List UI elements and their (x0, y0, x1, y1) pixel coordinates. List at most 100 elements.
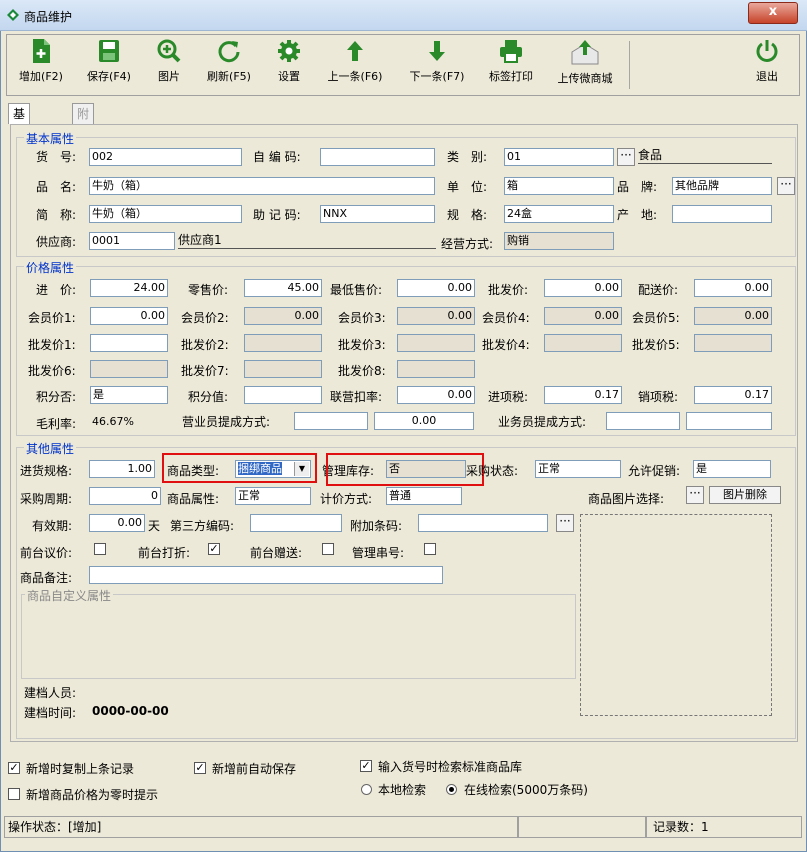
serial-mgmt-checkbox[interactable] (424, 543, 436, 555)
category-name: 食品 (638, 147, 772, 164)
category-lookup-button[interactable]: ··· (617, 148, 635, 166)
created-time-value: 0000-00-00 (92, 704, 169, 718)
wholesale-3-label: 批发价3: (338, 338, 386, 352)
brand-lookup-button[interactable]: ··· (777, 177, 795, 195)
origin-input[interactable] (672, 205, 772, 223)
third-party-code-input[interactable] (250, 514, 342, 532)
front-discount-checkbox[interactable]: ✓ (208, 543, 220, 555)
output-tax-input[interactable]: 0.17 (694, 386, 772, 404)
extra-barcode-input[interactable] (418, 514, 548, 532)
category-input[interactable]: 01 (504, 148, 614, 166)
window-title: 商品维护 (24, 10, 73, 24)
price-zero-checkbox[interactable] (8, 788, 20, 800)
copy-last-checkbox[interactable]: ✓ (8, 762, 20, 774)
image-button[interactable]: 图片 (151, 38, 187, 84)
short-name-label: 简 称: (36, 208, 77, 222)
purchase-cycle-input[interactable]: 0 (89, 487, 161, 505)
brand-input[interactable]: 其他品牌 (672, 177, 772, 195)
product-attr-input[interactable]: 正常 (235, 487, 311, 505)
wholesale-6-input[interactable] (90, 360, 168, 378)
close-button[interactable]: x (748, 2, 798, 24)
short-name-input[interactable]: 牛奶（箱） (89, 205, 242, 223)
add-button[interactable]: 增加(F2) (13, 38, 69, 84)
status-operation: 操作状态：[增加] (4, 816, 518, 838)
save-button[interactable]: 保存(F4) (79, 38, 139, 84)
wholesale-5-label: 批发价5: (632, 338, 680, 352)
self-code-input[interactable] (320, 148, 435, 166)
purchase-state-input[interactable]: 正常 (535, 460, 621, 478)
wholesale-4-label: 批发价4: (482, 338, 530, 352)
wholesale-price-input[interactable]: 0.00 (544, 279, 622, 297)
member-price-1-input[interactable]: 0.00 (90, 307, 168, 325)
refresh-button[interactable]: 刷新(F5) (199, 38, 259, 84)
member-price-5-input[interactable]: 0.00 (694, 307, 772, 325)
pack-spec-input[interactable]: 1.00 (89, 460, 155, 478)
clerk-commission-label: 营业员提成方式: (182, 415, 271, 429)
wholesale-1-input[interactable] (90, 334, 168, 352)
expiry-input[interactable]: 0.00 (89, 514, 145, 532)
promo-allowed-input[interactable]: 是 (693, 460, 771, 478)
joint-rate-input[interactable]: 0.00 (397, 386, 475, 404)
printer-icon (500, 40, 522, 63)
tab-basic[interactable]: 基础信息 (8, 103, 31, 181)
sales-commission-mode-input[interactable] (606, 412, 680, 430)
settings-button[interactable]: 设置 (271, 38, 307, 84)
image-delete-button[interactable]: 图片删除 (709, 486, 781, 504)
copy-last-label: 新增时复制上条记录 (26, 762, 135, 776)
wholesale-7-label: 批发价7: (181, 364, 229, 378)
dist-price-input[interactable]: 0.00 (694, 279, 772, 297)
member-price-4-input[interactable]: 0.00 (544, 307, 622, 325)
extra-barcode-lookup-button[interactable]: ··· (556, 514, 574, 532)
status-record-count: 记录数：1 (646, 816, 802, 838)
print-label-button[interactable]: 标签打印 (481, 38, 541, 84)
prev-record-button[interactable]: 上一条(F6) (319, 38, 391, 84)
days-unit: 天 (148, 519, 161, 533)
points-flag-input[interactable]: 是 (90, 386, 168, 404)
clerk-commission-value-input[interactable]: 0.00 (374, 412, 474, 430)
min-price-input[interactable]: 0.00 (397, 279, 475, 297)
spec-input[interactable]: 24盒 (504, 205, 614, 223)
mnemonic-input[interactable]: NNX (320, 205, 435, 223)
member-price-3-input[interactable]: 0.00 (397, 307, 475, 325)
auto-save-label: 新增前自动保存 (212, 762, 297, 776)
front-negotiate-checkbox[interactable] (94, 543, 106, 555)
wholesale-8-input[interactable] (397, 360, 475, 378)
exit-button[interactable]: 退出 (747, 38, 787, 84)
front-gift-checkbox[interactable] (322, 543, 334, 555)
name-input[interactable]: 牛奶（箱） (89, 177, 435, 195)
clerk-commission-mode-input[interactable] (294, 412, 368, 430)
wholesale-2-input[interactable] (244, 334, 322, 352)
supplier-name: 供应商1 (178, 232, 436, 249)
app-icon (7, 9, 19, 21)
remark-input[interactable] (89, 566, 443, 584)
search-std-checkbox[interactable]: ✓ (360, 760, 372, 772)
arrow-up-icon (347, 41, 363, 61)
purchase-price-input[interactable]: 24.00 (90, 279, 168, 297)
wholesale-5-input[interactable] (694, 334, 772, 352)
local-search-radio[interactable] (361, 784, 372, 795)
output-tax-label: 销项税: (638, 390, 679, 404)
online-search-radio[interactable] (446, 784, 457, 795)
pricing-mode-input[interactable]: 普通 (386, 487, 462, 505)
created-time-label: 建档时间: (24, 706, 77, 720)
wholesale-4-input[interactable] (544, 334, 622, 352)
upload-shop-button[interactable]: 上传微商城 (549, 38, 621, 86)
image-select-button[interactable]: ··· (686, 486, 704, 504)
gear-icon (278, 40, 300, 62)
code-input[interactable]: 002 (89, 148, 242, 166)
wholesale-3-input[interactable] (397, 334, 475, 352)
unit-input[interactable]: 箱 (504, 177, 614, 195)
product-image-area[interactable] (580, 514, 772, 716)
retail-price-input[interactable]: 45.00 (244, 279, 322, 297)
member-price-2-input[interactable]: 0.00 (244, 307, 322, 325)
wholesale-7-input[interactable] (244, 360, 322, 378)
next-record-button[interactable]: 下一条(F7) (401, 38, 473, 84)
auto-save-checkbox[interactable]: ✓ (194, 762, 206, 774)
points-value-label: 积分值: (188, 390, 229, 404)
input-tax-input[interactable]: 0.17 (544, 386, 622, 404)
supplier-input[interactable]: 0001 (89, 232, 175, 250)
toolbar-separator (629, 41, 630, 89)
sales-commission-value-input[interactable] (686, 412, 772, 430)
tab-extra[interactable]: 附加信息 (72, 103, 95, 181)
points-value-input[interactable] (244, 386, 322, 404)
